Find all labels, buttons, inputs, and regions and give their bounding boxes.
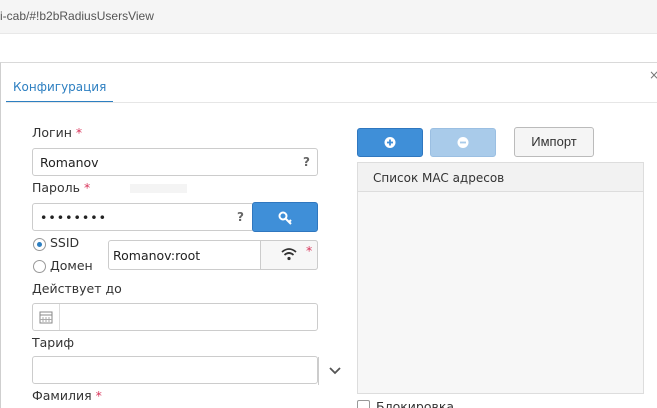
domain-radio-label: Домен <box>50 258 93 273</box>
required-mark: * <box>306 243 313 258</box>
tariff-select[interactable] <box>32 356 341 385</box>
password-value: •••••••• <box>40 210 107 225</box>
required-mark: * <box>95 388 102 403</box>
password-label: Пароль * <box>32 180 90 195</box>
tariff-label: Тариф <box>32 335 75 350</box>
required-mark: * <box>83 180 91 195</box>
login-input[interactable]: Romanov ? <box>32 148 318 176</box>
calendar-icon[interactable] <box>39 310 53 324</box>
ssid-radio-label: SSID <box>50 235 80 250</box>
block-checkbox-label: Блокировка <box>376 399 455 408</box>
domain-radio[interactable] <box>33 260 46 273</box>
help-icon[interactable]: ? <box>237 210 244 224</box>
valid-until-label: Действует до <box>32 281 122 296</box>
close-icon[interactable]: × <box>649 69 657 81</box>
login-value: Romanov <box>40 155 99 170</box>
password-label-text: Пароль <box>32 180 80 195</box>
divider <box>130 184 187 193</box>
valid-until-date-input[interactable] <box>32 303 318 331</box>
chevron-down-icon <box>329 367 341 375</box>
add-mac-button[interactable] <box>357 128 423 157</box>
required-mark: * <box>75 125 83 140</box>
url-text[interactable]: i-cab/#!b2bRadiusUsersView <box>0 9 154 23</box>
key-icon <box>278 211 292 225</box>
minus-circle-icon <box>457 137 469 148</box>
divider <box>59 304 60 330</box>
select-arrow[interactable] <box>318 357 350 385</box>
help-icon[interactable]: ? <box>303 155 310 169</box>
browser-address-bar[interactable]: i-cab/#!b2bRadiusUsersView <box>0 0 657 34</box>
surname-label: Фамилия * <box>32 388 102 403</box>
block-checkbox[interactable] <box>357 400 370 408</box>
password-input[interactable]: •••••••• ? <box>32 203 254 231</box>
login-label-text: Логин <box>32 125 72 140</box>
mac-list-header: Список MAC адресов <box>358 163 643 192</box>
surname-label-text: Фамилия <box>32 388 92 403</box>
ssid-radio[interactable] <box>33 238 46 251</box>
ssid-value: Romanov:root <box>113 248 201 263</box>
import-button[interactable]: Импорт <box>514 127 594 157</box>
login-label: Логин * <box>32 125 82 140</box>
page-backdrop <box>0 34 657 62</box>
ssid-input[interactable]: Romanov:root <box>108 240 318 270</box>
mac-address-list[interactable]: Список MAC адресов <box>357 162 644 394</box>
mac-list-header-text: Список MAC адресов <box>373 171 505 185</box>
plus-circle-icon <box>384 137 396 148</box>
remove-mac-button[interactable] <box>430 128 496 157</box>
tab-divider <box>6 102 657 103</box>
generate-password-button[interactable] <box>252 202 318 232</box>
tab-configuration[interactable]: Конфигурация <box>6 76 114 103</box>
